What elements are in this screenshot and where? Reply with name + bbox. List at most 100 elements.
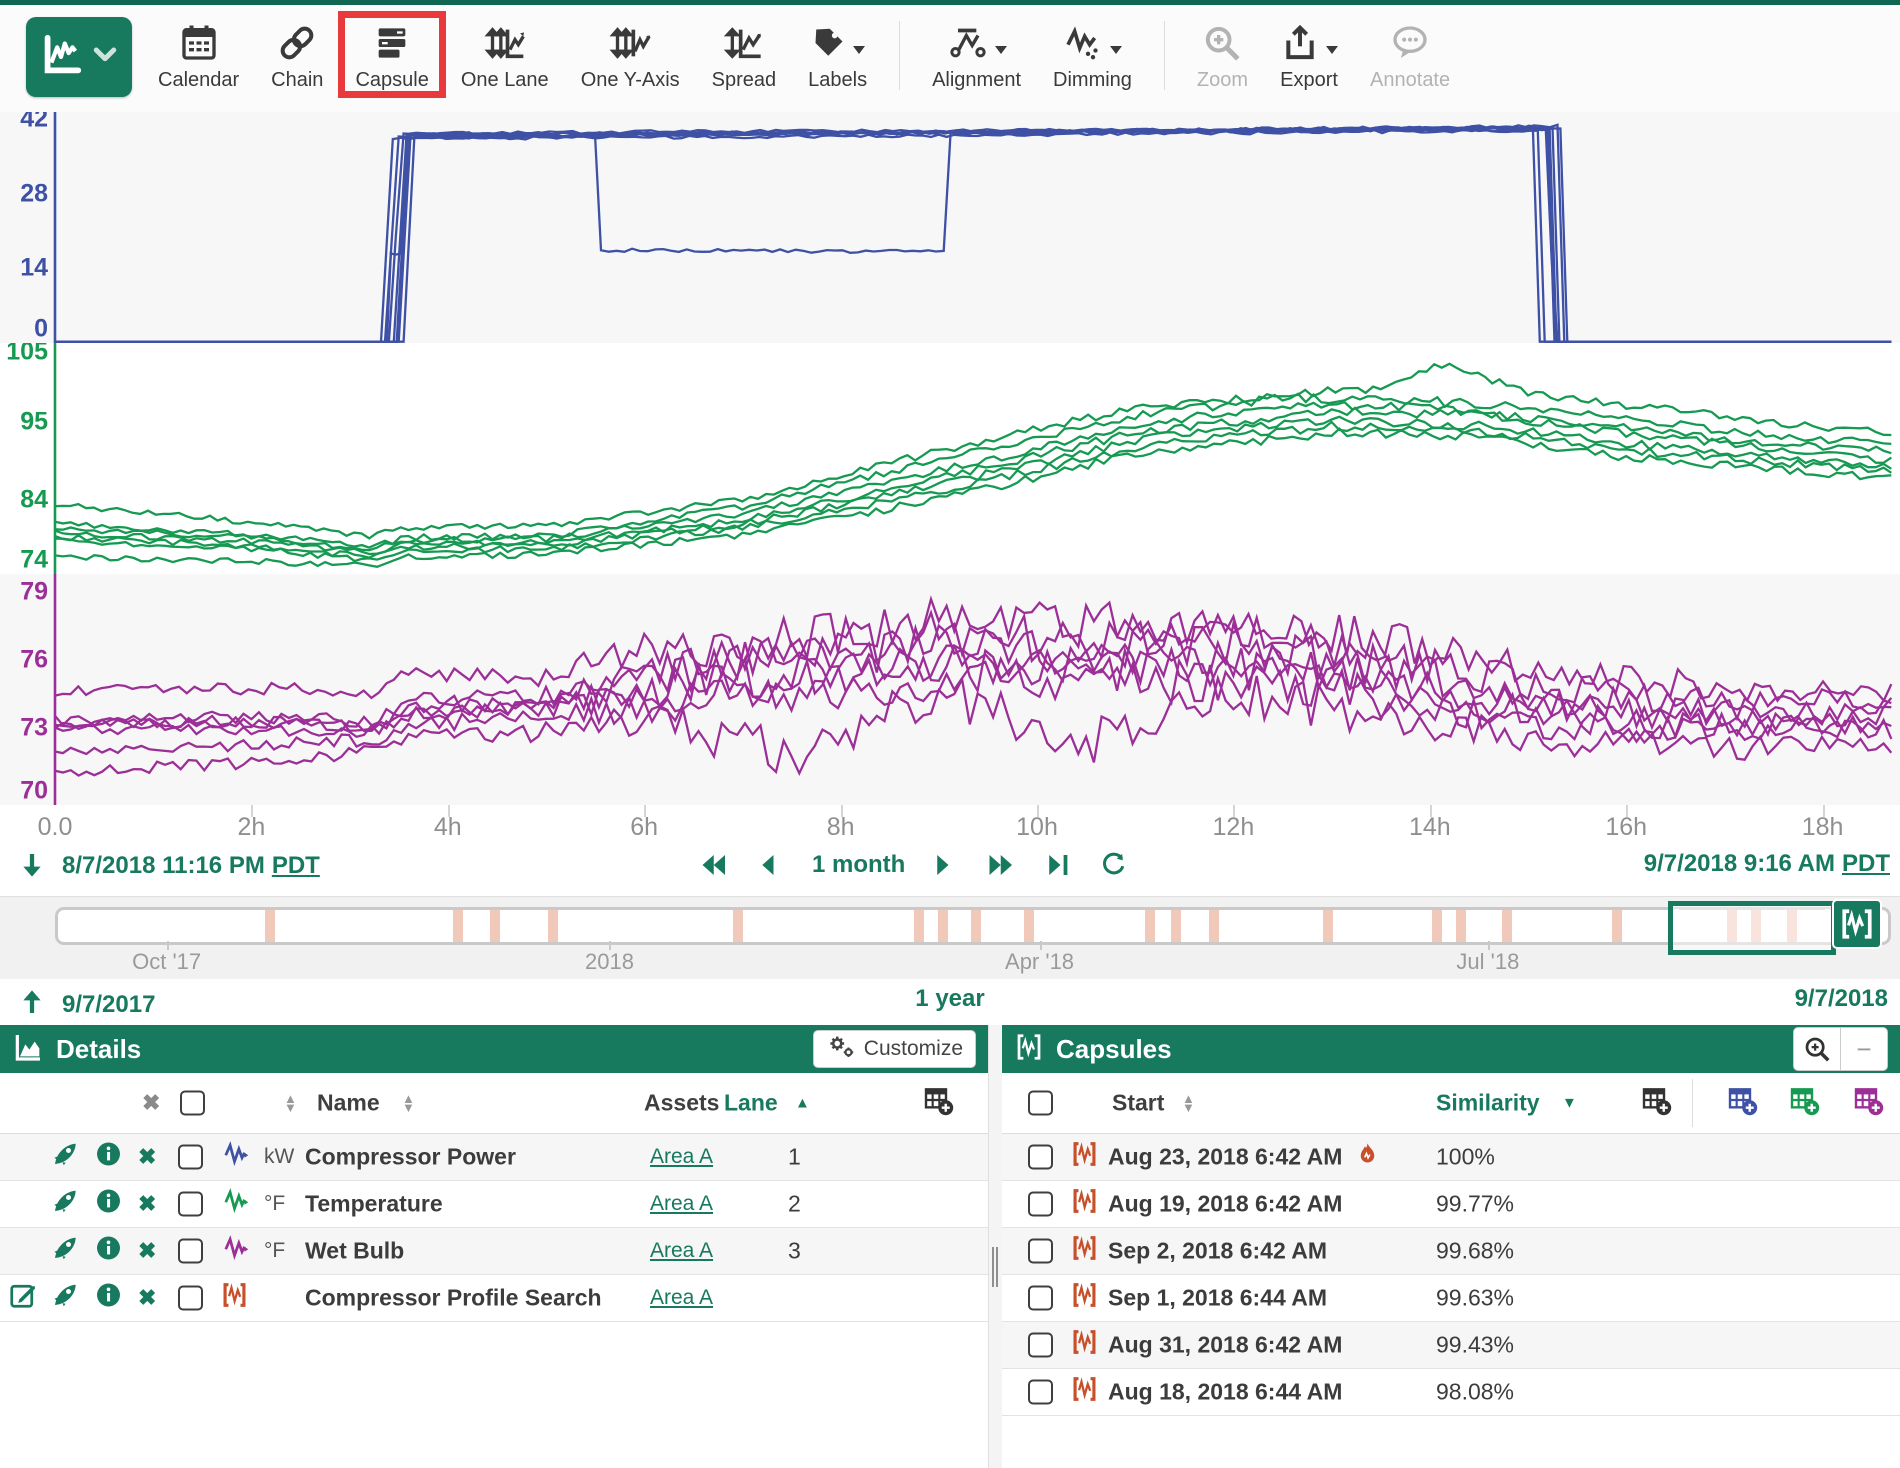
step-forward-fast-button[interactable] [987,850,1017,880]
row-checkbox[interactable] [178,1145,203,1170]
details-row-compressor-profile-search[interactable]: ✖Compressor Profile SearchArea A [0,1275,988,1322]
add-stat-column-magenta-icon[interactable] [1852,1084,1884,1122]
edit-icon[interactable] [8,1280,38,1316]
customize-button[interactable]: Customize [813,1030,976,1068]
column-header-name[interactable]: Name [317,1090,380,1117]
capsules-panel-title: Capsules [1056,1034,1172,1065]
step-back-button[interactable] [756,850,786,880]
capsule-row[interactable]: Aug 31, 2018 6:42 AM99.43% [1002,1322,1900,1369]
timezone-link[interactable]: PDT [272,852,320,879]
toolbar-item-labels[interactable]: Labels [808,19,867,92]
selector-right-handle[interactable] [1825,909,1830,941]
add-column-icon[interactable] [1640,1084,1672,1122]
asset-link[interactable]: Area A [650,1192,713,1216]
toolbar-item-label: Calendar [158,69,239,92]
chart-lane-compressor-power[interactable]: 0142842 [0,112,1900,343]
info-icon[interactable] [94,1140,123,1175]
step-forward-button[interactable] [931,850,961,880]
step-back-fast-button[interactable] [700,850,730,880]
display-range-row: 8/7/2018 11:16 PMPDT 1 month 9/7/2018 9:… [0,842,1900,895]
info-icon[interactable] [94,1187,123,1222]
info-icon[interactable] [94,1234,123,1269]
asset-link[interactable]: Area A [650,1239,713,1263]
info-icon[interactable] [94,1281,123,1316]
capsule-stripe [548,910,558,942]
signal-color-icon[interactable] [222,1233,252,1269]
selector-left-handle[interactable] [1674,909,1679,941]
toolbar-item-capsule[interactable]: Capsule [355,19,428,92]
sort-icon[interactable]: ▲▼ [1182,1094,1195,1112]
column-header-similarity[interactable]: Similarity [1436,1090,1540,1117]
row-checkbox[interactable] [1028,1239,1053,1264]
column-header-lane[interactable]: Lane [724,1090,778,1117]
column-header-start[interactable]: Start [1112,1090,1164,1117]
details-row-wet-bulb[interactable]: ✖°FWet BulbArea A3 [0,1228,988,1275]
asset-link[interactable]: Area A [650,1286,713,1310]
toolbar-item-label: One Y-Axis [581,69,680,92]
toolbar-item-calendar[interactable]: Calendar [158,19,239,92]
capsule-time-button[interactable] [1832,899,1882,949]
toolbar-item-spread[interactable]: Spread [712,19,777,92]
add-column-icon[interactable] [922,1084,954,1122]
remove-icon[interactable]: ✖ [138,1238,156,1264]
capsule-icon [1014,1031,1044,1068]
add-stat-column-green-icon[interactable] [1788,1084,1820,1122]
capsule-row[interactable]: Aug 19, 2018 6:42 AM99.77% [1002,1181,1900,1228]
add-stat-column-blue-icon[interactable] [1726,1084,1758,1122]
remove-icon[interactable]: ✖ [138,1285,156,1311]
chart-lane-wet-bulb[interactable]: 70737679 [0,574,1900,805]
pin-to-trend-icon[interactable] [50,1139,80,1175]
chart-lane-temperature[interactable]: 748495105 [0,343,1900,574]
collapse-panel-button[interactable]: − [1841,1027,1888,1071]
row-checkbox[interactable] [178,1239,203,1264]
toolbar-item-annotate: Annotate [1370,19,1450,92]
select-all-checkbox[interactable] [180,1091,205,1116]
capsule-stripe [1612,910,1622,942]
toolbar-item-export[interactable]: Export [1280,19,1338,92]
asset-link[interactable]: Area A [650,1145,713,1169]
remove-icon[interactable]: ✖ [138,1191,156,1217]
toolbar-item-chain[interactable]: Chain [271,19,323,92]
capsule-row[interactable]: Sep 1, 2018 6:44 AM99.63% [1002,1275,1900,1322]
row-checkbox[interactable] [1028,1145,1053,1170]
pin-to-trend-icon[interactable] [50,1233,80,1269]
toolbar-item-one-y-axis[interactable]: One Y-Axis [581,19,680,92]
row-checkbox[interactable] [178,1286,203,1311]
timebar-track[interactable] [55,907,1891,945]
row-checkbox[interactable] [1028,1333,1053,1358]
pin-to-trend-icon[interactable] [50,1280,80,1316]
sort-icon[interactable]: ▲▼ [402,1094,415,1112]
refresh-button[interactable] [1099,851,1127,879]
signal-color-icon[interactable] [222,1186,252,1222]
remove-icon[interactable]: ✖ [138,1144,156,1170]
sort-icon[interactable]: ▲▼ [284,1094,297,1112]
toolbar-item-alignment[interactable]: Alignment [932,19,1021,92]
capsule-row[interactable]: Aug 18, 2018 6:44 AM98.08% [1002,1369,1900,1416]
toolbar: Calendar Chain Capsule One Lane One Y-Axis Sp… [0,5,1900,113]
worksheet-view-button[interactable] [26,17,132,97]
row-checkbox[interactable] [178,1192,203,1217]
pin-to-trend-icon[interactable] [50,1186,80,1222]
row-checkbox[interactable] [1028,1286,1053,1311]
range-duration-label[interactable]: 1 month [812,851,905,879]
remove-all-icon[interactable]: ✖ [142,1090,160,1116]
zoom-to-capsule-button[interactable] [1793,1027,1841,1071]
details-row-temperature[interactable]: ✖°FTemperatureArea A2 [0,1181,988,1228]
toolbar-item-dimming[interactable]: Dimming [1053,19,1132,92]
select-all-checkbox[interactable] [1028,1091,1053,1116]
column-header-assets[interactable]: Assets [644,1090,719,1117]
display-range-selector[interactable] [1668,901,1835,955]
signal-color-icon[interactable] [222,1139,252,1175]
row-checkbox[interactable] [1028,1192,1053,1217]
capsule-row[interactable]: Aug 23, 2018 6:42 AM100% [1002,1134,1900,1181]
step-to-end-button[interactable] [1043,850,1073,880]
capsule-start: Sep 2, 2018 6:42 AM [1108,1238,1327,1265]
toolbar-item-one-lane[interactable]: One Lane [461,19,549,92]
details-row-compressor-power[interactable]: ✖kWCompressor PowerArea A1 [0,1134,988,1181]
details-header-row: ✖ ▲▼ Name ▲▼ Assets Lane ▲ [0,1073,988,1134]
trend-chart-area[interactable]: 014284274849510570737679 [0,112,1900,805]
capsule-row[interactable]: Sep 2, 2018 6:42 AM99.68% [1002,1228,1900,1275]
range-start-arrow-icon[interactable] [16,850,48,882]
row-checkbox[interactable] [1028,1380,1053,1405]
timezone-link[interactable]: PDT [1842,850,1890,877]
